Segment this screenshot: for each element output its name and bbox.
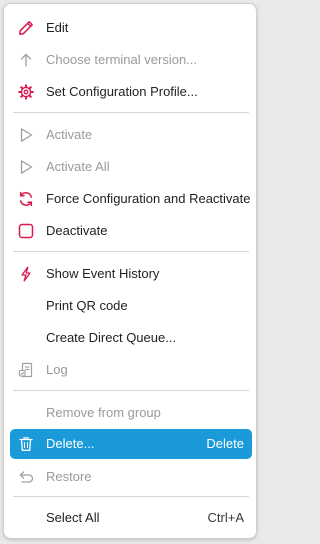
menu-item-label: Remove from group <box>46 405 161 420</box>
menu-item-shortcut: Delete <box>206 436 244 451</box>
menu-item-label: Edit <box>46 20 69 35</box>
menu-item-label: Select All <box>46 510 100 525</box>
menu-item-label: Set Configuration Profile... <box>46 84 198 99</box>
menu-item-force-configuration-and-reactivate[interactable]: Force Configuration and Reactivate <box>10 184 252 214</box>
menu-item-label: Create Direct Queue... <box>46 330 177 345</box>
menu-separator <box>13 112 249 113</box>
context-menu: Edit Choose terminal version... Set Conf… <box>3 3 257 539</box>
undo-icon <box>18 469 34 485</box>
menu-item-create-direct-queue[interactable]: Create Direct Queue... <box>10 323 252 353</box>
menu-item-edit[interactable]: Edit <box>10 13 252 43</box>
menu-item-label: Restore <box>46 469 92 484</box>
menu-item-set-configuration-profile[interactable]: Set Configuration Profile... <box>10 77 252 107</box>
refresh-icon <box>18 191 34 207</box>
menu-item-restore[interactable]: Restore <box>10 462 252 492</box>
menu-item-shortcut: Ctrl+A <box>207 510 244 525</box>
menu-item-choose-terminal-version[interactable]: Choose terminal version... <box>10 45 252 75</box>
menu-item-remove-from-group[interactable]: Remove from group <box>10 398 252 428</box>
menu-item-show-event-history[interactable]: Show Event History <box>10 259 252 289</box>
menu-item-log[interactable]: Log <box>10 355 252 385</box>
menu-item-activate-all[interactable]: Activate All <box>10 152 252 182</box>
menu-item-label: Show Event History <box>46 266 160 281</box>
pencil-icon <box>18 20 34 36</box>
gear-icon <box>18 84 34 100</box>
menu-item-label: Force Configuration and Reactivate <box>46 191 251 206</box>
play-icon <box>18 127 34 143</box>
menu-item-label: Log <box>46 362 68 377</box>
menu-item-delete[interactable]: Delete... Delete <box>10 429 252 459</box>
menu-separator <box>13 251 249 252</box>
menu-separator <box>13 496 249 497</box>
menu-item-label: Print QR code <box>46 298 128 313</box>
menu-item-label: Activate All <box>46 159 110 174</box>
menu-item-print-qr-code[interactable]: Print QR code <box>10 291 252 321</box>
menu-item-label: Choose terminal version... <box>46 52 198 67</box>
play-icon <box>18 159 34 175</box>
log-document-icon <box>18 362 34 378</box>
menu-item-deactivate[interactable]: Deactivate <box>10 216 252 246</box>
trash-icon <box>18 436 34 452</box>
menu-item-activate[interactable]: Activate <box>10 120 252 150</box>
stop-icon <box>18 223 34 239</box>
menu-item-label: Deactivate <box>46 223 108 238</box>
lightning-icon <box>18 266 34 282</box>
menu-item-label: Delete... <box>46 436 95 451</box>
menu-separator <box>13 390 249 391</box>
menu-item-select-all[interactable]: Select All Ctrl+A <box>10 503 252 533</box>
arrow-up-icon <box>18 52 34 68</box>
menu-item-label: Activate <box>46 127 93 142</box>
